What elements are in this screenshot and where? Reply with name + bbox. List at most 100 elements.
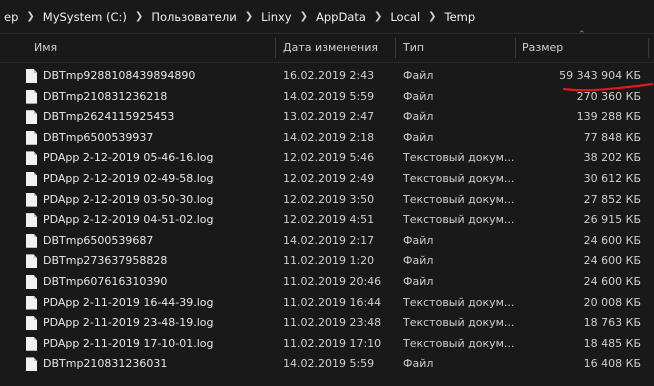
chevron-right-icon: ❯	[299, 11, 308, 22]
file-size: 26 915 КБ	[583, 213, 641, 227]
table-row[interactable]: DBTmp210831236031 14.02.2019 5:59 Файл 1…	[0, 354, 654, 375]
file-type: Текстовый докум...	[403, 192, 514, 206]
file-type: Текстовый докум...	[403, 151, 514, 165]
file-name: PDApp 2-12-2019 03-50-30.log	[43, 192, 214, 206]
chevron-right-icon: ❯	[134, 11, 144, 22]
chevron-right-icon: ❯	[244, 11, 254, 22]
breadcrumb: ep ❯ MySystem (C:) ❯ Пользователи ❯ Linx…	[0, 0, 654, 34]
breadcrumb-item[interactable]: Пользователи	[147, 10, 240, 24]
file-date: 11.02.2019 1:20	[283, 254, 375, 268]
table-row[interactable]: DBTmp210831236218 14.02.2019 5:59 Файл 2…	[0, 87, 654, 108]
file-date: 14.02.2019 5:59	[283, 357, 375, 371]
column-header-date[interactable]: Дата изменения	[283, 34, 378, 62]
file-date: 11.02.2019 17:10	[283, 336, 382, 350]
breadcrumb-item[interactable]: AppData	[312, 10, 370, 24]
file-type: Файл	[403, 254, 434, 268]
file-size: 27 852 КБ	[583, 192, 641, 206]
file-size: 18 763 КБ	[583, 316, 641, 330]
file-date: 11.02.2019 23:48	[283, 316, 382, 330]
file-name: DBTmp2624115925453	[43, 110, 175, 124]
file-icon	[26, 213, 37, 228]
breadcrumb-item[interactable]: MySystem (C:)	[39, 10, 131, 24]
file-icon	[26, 254, 37, 269]
table-row[interactable]: PDApp 2-11-2019 16-44-39.log 11.02.2019 …	[0, 293, 654, 314]
breadcrumb-item[interactable]: Linxy	[257, 10, 296, 24]
file-type: Файл	[403, 274, 434, 288]
file-icon	[26, 357, 37, 372]
file-icon	[26, 192, 37, 207]
file-size: 38 202 КБ	[583, 151, 641, 165]
table-row[interactable]: PDApp 2-12-2019 04-51-02.log 12.02.2019 …	[0, 210, 654, 231]
red-underline-annotation	[562, 82, 654, 92]
file-name: PDApp 2-12-2019 04-51-02.log	[43, 213, 214, 227]
table-row[interactable]: PDApp 2-12-2019 03-50-30.log 12.02.2019 …	[0, 190, 654, 211]
column-divider[interactable]	[275, 38, 276, 58]
file-name: DBTmp210831236031	[43, 357, 168, 371]
chevron-up-icon: ⌃	[578, 30, 586, 40]
file-type: Текстовый докум...	[403, 213, 514, 227]
file-size: 139 288 КБ	[576, 110, 641, 124]
file-date: 11.02.2019 16:44	[283, 295, 382, 309]
chevron-right-icon: ❯	[26, 11, 35, 22]
column-header-size[interactable]: Размер	[522, 34, 563, 62]
file-icon	[26, 336, 37, 351]
file-icon	[26, 69, 37, 83]
file-size: 77 848 КБ	[583, 130, 641, 144]
red-underline-stroke	[562, 82, 654, 92]
table-row[interactable]: DBTmp607616310390 11.02.2019 20:46 Файл …	[0, 272, 654, 293]
file-date: 12.02.2019 4:51	[283, 213, 375, 227]
chevron-right-icon: ❯	[373, 11, 383, 22]
breadcrumb-item[interactable]: Local	[386, 10, 424, 24]
file-name: PDApp 2-11-2019 16-44-39.log	[43, 295, 214, 309]
table-row[interactable]: DBTmp2624115925453 13.02.2019 2:47 Файл …	[0, 107, 654, 128]
file-date: 12.02.2019 2:49	[283, 171, 375, 185]
file-icon	[26, 233, 37, 248]
file-type: Текстовый докум...	[403, 336, 514, 350]
file-date: 14.02.2019 2:18	[283, 130, 375, 144]
file-type: Файл	[403, 130, 434, 144]
table-row[interactable]: DBTmp273637958828 11.02.2019 1:20 Файл 2…	[0, 251, 654, 272]
file-icon	[26, 171, 37, 186]
file-type: Текстовый докум...	[403, 316, 514, 330]
file-name: DBTmp9288108439894890	[43, 69, 196, 82]
file-icon	[26, 110, 37, 125]
file-type: Текстовый докум...	[403, 295, 514, 309]
file-size: 16 408 КБ	[583, 357, 641, 371]
column-header-type[interactable]: Тип	[403, 34, 424, 62]
file-icon	[26, 316, 37, 331]
file-type: Текстовый докум...	[403, 171, 514, 185]
column-divider[interactable]	[515, 38, 516, 58]
file-date: 14.02.2019 2:17	[283, 233, 375, 247]
column-divider[interactable]	[395, 38, 396, 58]
file-size: 24 600 КБ	[583, 233, 641, 247]
file-name: DBTmp210831236218	[43, 89, 168, 103]
breadcrumb-item[interactable]: ep	[0, 10, 22, 24]
table-row[interactable]: DBTmp9288108439894890 16.02.2019 2:43 Фа…	[0, 66, 654, 87]
file-size: 20 008 КБ	[583, 295, 641, 309]
file-name: PDApp 2-11-2019 23-48-19.log	[43, 316, 214, 330]
file-type: Файл	[403, 69, 434, 82]
column-header-row: Имя Дата изменения Тип Размер ⌃	[0, 30, 654, 63]
table-row[interactable]: DBTmp6500539937 14.02.2019 2:18 Файл 77 …	[0, 128, 654, 149]
file-type: Файл	[403, 110, 434, 124]
file-date: 12.02.2019 5:46	[283, 151, 375, 165]
file-icon	[26, 151, 37, 166]
file-name: DBTmp607616310390	[43, 274, 168, 288]
file-date: 16.02.2019 2:43	[283, 69, 375, 82]
table-row[interactable]: DBTmp6500539687 14.02.2019 2:17 Файл 24 …	[0, 231, 654, 252]
breadcrumb-item[interactable]: Temp	[441, 10, 480, 24]
file-date: 14.02.2019 5:59	[283, 89, 375, 103]
file-size: 18 485 КБ	[583, 336, 641, 350]
table-row[interactable]: PDApp 2-11-2019 17-10-01.log 11.02.2019 …	[0, 334, 654, 355]
file-icon	[26, 89, 37, 104]
file-size: 24 600 КБ	[583, 254, 641, 268]
table-row[interactable]: PDApp 2-12-2019 02-49-58.log 12.02.2019 …	[0, 169, 654, 190]
column-header-name[interactable]: Имя	[34, 34, 57, 62]
file-size: 24 600 КБ	[583, 274, 641, 288]
table-row[interactable]: PDApp 2-11-2019 23-48-19.log 11.02.2019 …	[0, 313, 654, 334]
file-type: Файл	[403, 233, 434, 247]
file-name: PDApp 2-11-2019 17-10-01.log	[43, 336, 214, 350]
column-divider[interactable]	[648, 38, 649, 58]
file-icon	[26, 295, 37, 310]
table-row[interactable]: PDApp 2-12-2019 05-46-16.log 12.02.2019 …	[0, 148, 654, 169]
